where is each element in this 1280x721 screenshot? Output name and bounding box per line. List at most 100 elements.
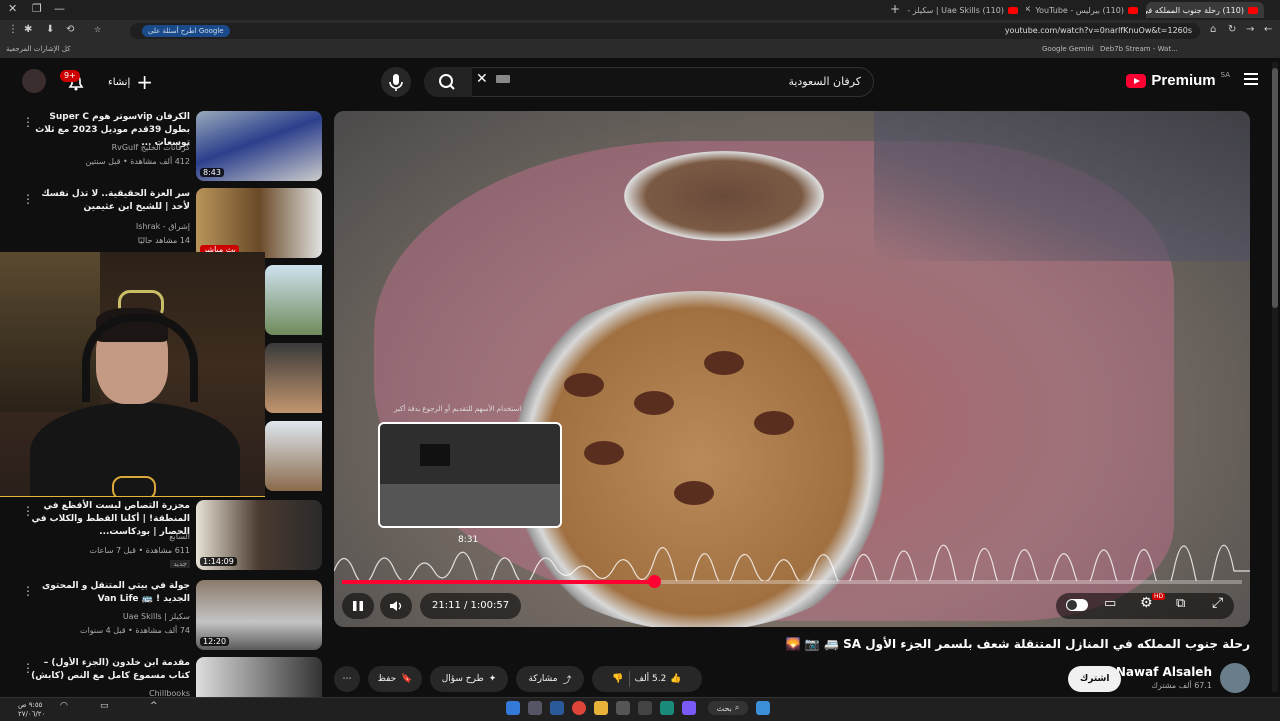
browser-tab-active[interactable]: (110) رحلة جنوب المملكه في✕ — [1146, 2, 1264, 18]
home-icon[interactable]: ⌂ — [1210, 24, 1216, 35]
pause-button[interactable] — [342, 593, 374, 619]
close-window-icon[interactable]: ✕ — [8, 2, 17, 15]
copilot-icon[interactable] — [506, 701, 520, 715]
ask-google-chip[interactable]: اطرح أسئلة على Google — [142, 25, 230, 37]
channel-name[interactable]: سكيلز | Uae Skills — [123, 612, 190, 621]
video-meta: 14 مشاهد حاليًا — [137, 236, 190, 245]
youtube-premium-logo[interactable]: Premium SA — [1126, 71, 1230, 89]
voice-search-button[interactable] — [381, 67, 411, 97]
taskbar-search[interactable]: ⌕ بحث — [708, 701, 748, 715]
new-tab-button[interactable]: + — [890, 2, 900, 16]
keyboard-icon[interactable] — [496, 75, 510, 83]
bookmark-item[interactable]: Google Gemini — [1042, 45, 1094, 53]
chrome-icon[interactable] — [572, 701, 586, 715]
video-thumbnail[interactable]: 1:14:09 — [196, 500, 322, 570]
channel-name[interactable]: كرفانات الخليج RvGulf — [112, 143, 190, 152]
close-tab-icon[interactable]: ✕ — [1026, 5, 1031, 15]
list-item[interactable]: 1:14:09 مجزرة التصاص ليست الأفظع في المن… — [0, 500, 322, 572]
video-title[interactable]: سر العزة الحقيقية.. لا تذل نفسك لأحد | ل… — [30, 188, 190, 214]
create-button[interactable]: إنشاء + — [108, 71, 153, 93]
wifi-icon[interactable]: ◠ — [60, 701, 68, 711]
menu-icon[interactable] — [1244, 73, 1258, 85]
channel-avatar[interactable] — [1220, 663, 1250, 693]
browser-tab[interactable]: (110) Uae Skills | سكيلز - YouTube✕ — [906, 2, 1024, 18]
video-player[interactable]: استخدام الأسهم للتقديم أو الرجوع بدقة أك… — [334, 111, 1250, 627]
file-explorer-icon[interactable] — [594, 701, 608, 715]
subscribe-button[interactable]: اشترك — [1068, 666, 1122, 692]
reload-icon[interactable]: ↻ — [1228, 24, 1236, 35]
video-thumbnail[interactable]: 8:43 — [196, 111, 322, 181]
start-icon[interactable] — [756, 701, 770, 715]
address-bar[interactable]: youtube.com/watch?v=0narlfKnuOw&t=1260s … — [94, 23, 1200, 39]
maximize-window-icon[interactable]: ❐ — [32, 2, 42, 15]
video-thumbnail[interactable]: 12:20 — [196, 580, 322, 650]
clear-search-icon[interactable]: ✕ — [476, 71, 488, 87]
video-thumbnail[interactable] — [196, 657, 322, 697]
minimize-window-icon[interactable]: — — [54, 2, 65, 15]
more-options-icon[interactable]: ⋮ — [22, 115, 34, 129]
like-button[interactable]: 👍 5.2 ألف — [635, 674, 682, 684]
download-icon[interactable]: ⬇ — [46, 24, 54, 35]
ask-button[interactable]: ✦ طرح سؤال — [430, 666, 508, 692]
dislike-button[interactable]: 👎 — [612, 674, 623, 684]
search-input[interactable]: كرفان السعودية — [424, 67, 874, 97]
more-actions-button[interactable]: ⋯ — [334, 666, 360, 692]
video-title[interactable]: جولة في بيتي المتنقل و المحتوى الجديد ! … — [30, 580, 190, 606]
all-bookmarks[interactable]: كل الإشارات المرجعية — [6, 45, 71, 53]
star-icon[interactable]: ☆ — [94, 25, 101, 34]
puzzle-icon[interactable]: ✱ — [24, 24, 32, 35]
settings-icon[interactable]: ⚙ — [1140, 595, 1153, 611]
channel-name[interactable]: السابع — [169, 532, 190, 541]
save-button[interactable]: 🔖 حفظ — [368, 666, 422, 692]
scrub-preview-thumbnail — [378, 422, 562, 528]
store-icon[interactable] — [638, 701, 652, 715]
telegram-icon[interactable] — [550, 701, 564, 715]
video-frame-person — [874, 111, 1250, 261]
video-thumbnail[interactable] — [265, 421, 322, 491]
video-thumbnail[interactable] — [265, 343, 322, 413]
channel-name-main[interactable]: Nawaf Alsaleh — [1116, 665, 1212, 679]
refresh-page-icon[interactable]: ⟲ — [66, 24, 74, 35]
share-button[interactable]: ⤴ مشاركة — [516, 666, 584, 692]
more-options-icon[interactable]: ⋮ — [22, 192, 34, 206]
more-options-icon[interactable]: ⋮ — [22, 504, 34, 518]
bookmark-item[interactable]: Deb7b Stream - Wat... — [1100, 45, 1178, 53]
page-scrollbar[interactable] — [1272, 62, 1278, 692]
fullscreen-icon[interactable]: ⤢ — [1212, 595, 1223, 611]
channel-name[interactable]: Chillbooks — [149, 689, 190, 697]
account-avatar[interactable] — [22, 69, 46, 93]
subtitles-icon[interactable]: ▭ — [1104, 596, 1116, 611]
app-icon[interactable] — [528, 701, 542, 715]
channel-name[interactable]: إشراق - Ishrak — [136, 222, 190, 231]
extensions-icon[interactable]: ⋮ — [8, 24, 18, 35]
list-item[interactable]: 8:43 الكرفان vipسوتر هوم Super C بطول 39… — [0, 111, 322, 183]
theater-mode-icon[interactable]: ⧉ — [1176, 596, 1185, 611]
back-icon[interactable]: ← — [1264, 24, 1272, 35]
clock-date[interactable]: ٢٧/٠٦/٢٠ — [18, 710, 45, 718]
thumbs-up-icon: 👍 — [670, 674, 682, 684]
battery-icon[interactable]: ▭ — [100, 701, 109, 711]
app-icon[interactable] — [616, 701, 630, 715]
edge-icon[interactable] — [660, 701, 674, 715]
more-options-icon[interactable]: ⋮ — [22, 661, 34, 675]
video-thumbnail[interactable] — [265, 265, 322, 335]
chevron-up-icon[interactable]: ^ — [150, 701, 158, 711]
list-item[interactable]: مقدمة ابن خلدون (الجزء الأول) – كتاب مسم… — [0, 657, 322, 697]
scrollbar-thumb[interactable] — [1272, 68, 1278, 308]
forward-icon[interactable]: → — [1246, 24, 1254, 35]
browser-tab[interactable]: (110) بيرليس - YouTube ✕ — [1026, 2, 1144, 18]
more-options-icon[interactable]: ⋮ — [22, 584, 34, 598]
video-title[interactable]: مجزرة التصاص ليست الأفظع في المنطقة! | أ… — [30, 500, 191, 539]
volume-button[interactable] — [380, 593, 412, 619]
list-item[interactable]: 12:20 جولة في بيتي المتنقل و المحتوى الج… — [0, 580, 322, 652]
search-button[interactable] — [424, 67, 472, 97]
app-icon[interactable] — [682, 701, 696, 715]
list-item[interactable]: بث مباشر سر العزة الحقيقية.. لا تذل نفسك… — [0, 188, 322, 260]
search-icon: ⌕ — [734, 703, 740, 712]
video-frame-detail — [704, 351, 744, 375]
like-dislike-group: 👍 5.2 ألف 👎 — [592, 666, 702, 692]
autoplay-toggle[interactable] — [1066, 599, 1088, 611]
clock-time[interactable]: ٩:٥٥ ص — [18, 701, 42, 709]
video-thumbnail[interactable]: بث مباشر — [196, 188, 322, 258]
video-title[interactable]: مقدمة ابن خلدون (الجزء الأول) – كتاب مسم… — [30, 657, 190, 683]
